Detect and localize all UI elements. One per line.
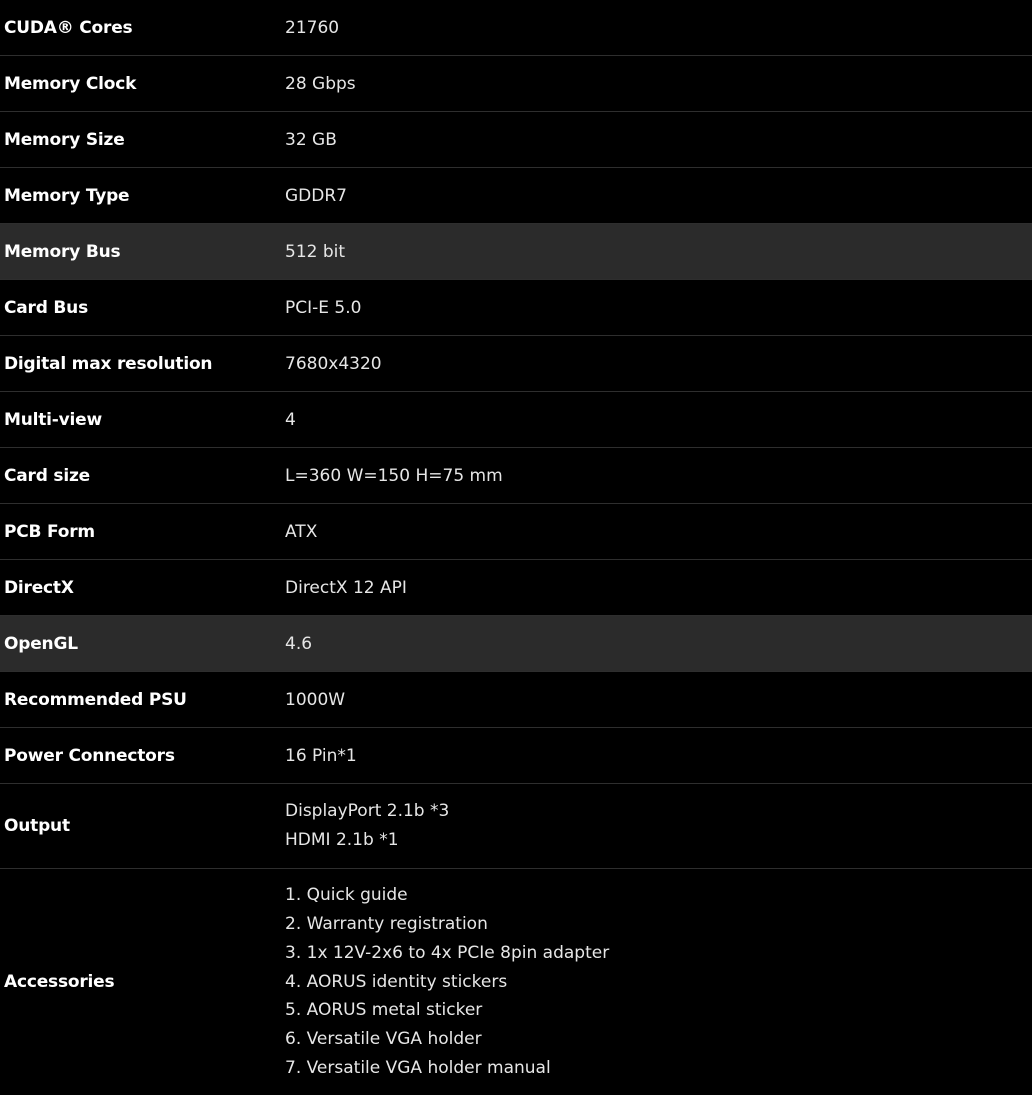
accessory-item: 7. Versatile VGA holder manual [285, 1054, 1032, 1083]
spec-label: Recommended PSU [0, 672, 285, 728]
output-item: DisplayPort 2.1b *3 [285, 797, 1032, 826]
spec-row-output: Output DisplayPort 2.1b *3 HDMI 2.1b *1 [0, 784, 1032, 869]
spec-table: CUDA® Cores 21760 Memory Clock 28 Gbps M… [0, 0, 1032, 1095]
spec-value: 4.6 [285, 616, 1032, 672]
spec-label: Memory Size [0, 112, 285, 168]
spec-label: CUDA® Cores [0, 0, 285, 56]
spec-row-memory-type: Memory Type GDDR7 [0, 168, 1032, 224]
spec-label: Memory Type [0, 168, 285, 224]
spec-value-list: DisplayPort 2.1b *3 HDMI 2.1b *1 [285, 784, 1032, 869]
spec-row-recommended-psu: Recommended PSU 1000W [0, 672, 1032, 728]
spec-row-memory-bus: Memory Bus 512 bit [0, 224, 1032, 280]
spec-label: Output [0, 784, 285, 869]
spec-value: L=360 W=150 H=75 mm [285, 448, 1032, 504]
spec-row-directx: DirectX DirectX 12 API [0, 560, 1032, 616]
spec-value: GDDR7 [285, 168, 1032, 224]
spec-label: DirectX [0, 560, 285, 616]
spec-row-power-connectors: Power Connectors 16 Pin*1 [0, 728, 1032, 784]
spec-label: Card size [0, 448, 285, 504]
spec-row-accessories: Accessories 1. Quick guide 2. Warranty r… [0, 869, 1032, 1095]
spec-row-cuda-cores: CUDA® Cores 21760 [0, 0, 1032, 56]
spec-value: 512 bit [285, 224, 1032, 280]
spec-label: Accessories [0, 869, 285, 1095]
spec-row-memory-clock: Memory Clock 28 Gbps [0, 56, 1032, 112]
spec-value: 1000W [285, 672, 1032, 728]
accessory-item: 3. 1x 12V-2x6 to 4x PCIe 8pin adapter [285, 939, 1032, 968]
spec-label: Memory Bus [0, 224, 285, 280]
spec-value: ATX [285, 504, 1032, 560]
spec-row-opengl: OpenGL 4.6 [0, 616, 1032, 672]
spec-value-list: 1. Quick guide 2. Warranty registration … [285, 869, 1032, 1095]
spec-row-card-bus: Card Bus PCI-E 5.0 [0, 280, 1032, 336]
spec-row-digital-max-resolution: Digital max resolution 7680x4320 [0, 336, 1032, 392]
spec-value: 21760 [285, 0, 1032, 56]
output-item: HDMI 2.1b *1 [285, 826, 1032, 855]
spec-label: Memory Clock [0, 56, 285, 112]
spec-label: Card Bus [0, 280, 285, 336]
spec-value: 32 GB [285, 112, 1032, 168]
spec-value: 4 [285, 392, 1032, 448]
accessory-item: 6. Versatile VGA holder [285, 1025, 1032, 1054]
accessory-item: 1. Quick guide [285, 881, 1032, 910]
spec-row-pcb-form: PCB Form ATX [0, 504, 1032, 560]
accessory-item: 5. AORUS metal sticker [285, 996, 1032, 1025]
spec-label: Multi-view [0, 392, 285, 448]
spec-row-memory-size: Memory Size 32 GB [0, 112, 1032, 168]
spec-value: 7680x4320 [285, 336, 1032, 392]
spec-value: PCI-E 5.0 [285, 280, 1032, 336]
spec-label: PCB Form [0, 504, 285, 560]
spec-value: 28 Gbps [285, 56, 1032, 112]
spec-label: Power Connectors [0, 728, 285, 784]
spec-row-card-size: Card size L=360 W=150 H=75 mm [0, 448, 1032, 504]
spec-label: Digital max resolution [0, 336, 285, 392]
accessory-item: 2. Warranty registration [285, 910, 1032, 939]
spec-value: 16 Pin*1 [285, 728, 1032, 784]
spec-label: OpenGL [0, 616, 285, 672]
spec-value: DirectX 12 API [285, 560, 1032, 616]
spec-row-multi-view: Multi-view 4 [0, 392, 1032, 448]
accessory-item: 4. AORUS identity stickers [285, 968, 1032, 997]
